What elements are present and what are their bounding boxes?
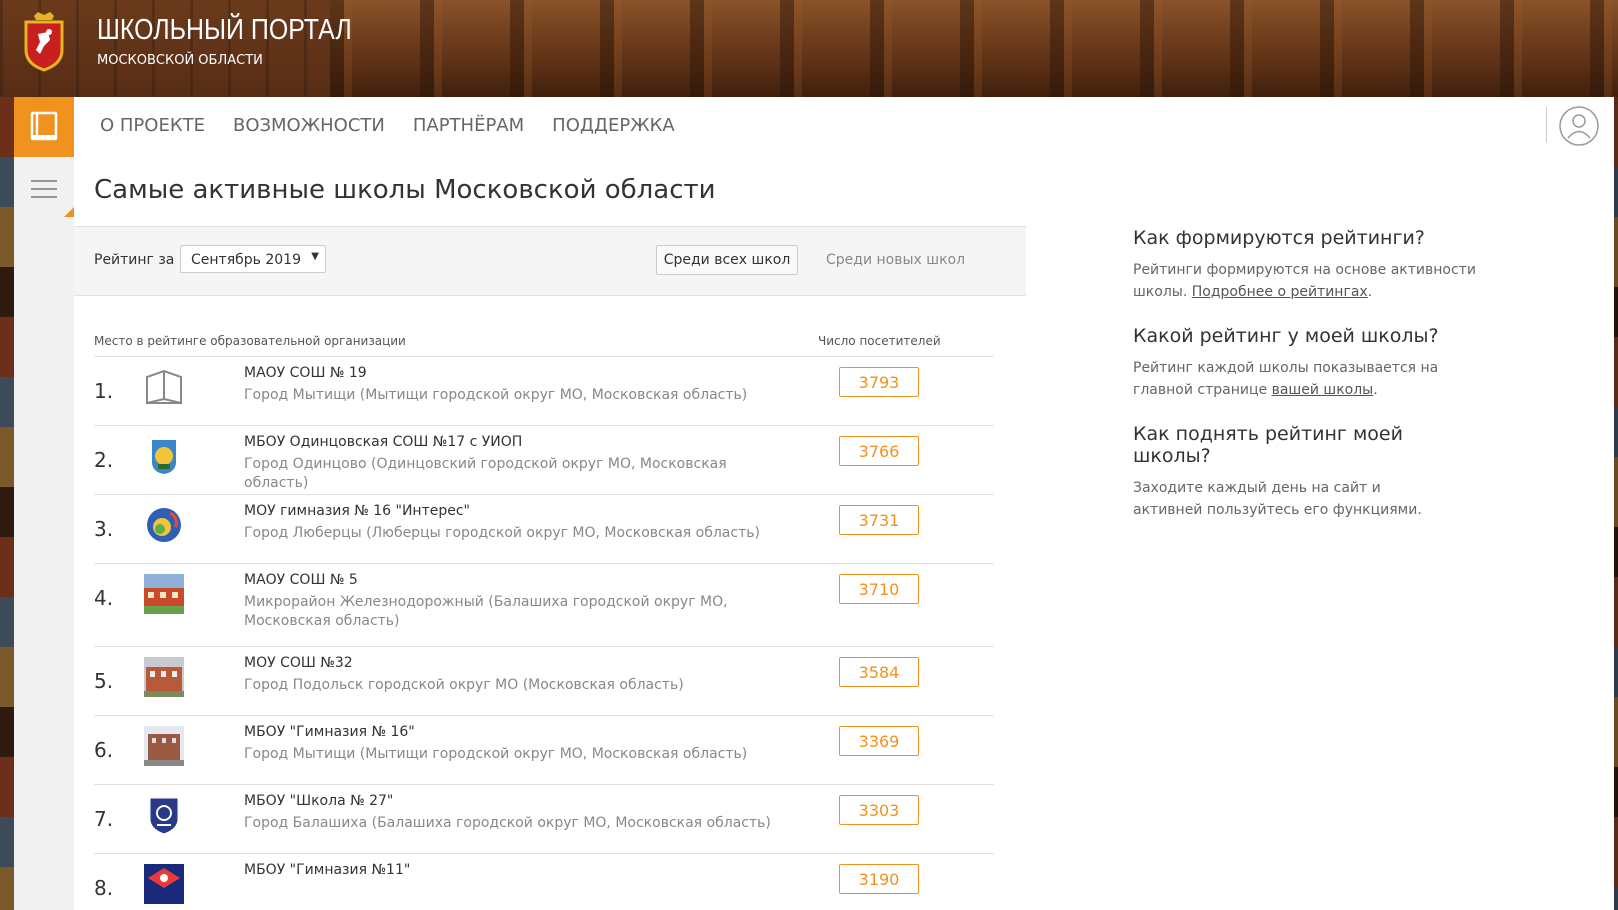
portal-title[interactable]: ШКОЛЬНЫЙ ПОРТАЛ: [97, 14, 352, 47]
book-button[interactable]: [14, 97, 74, 157]
school-name[interactable]: МБОУ "Гимназия №11": [244, 862, 410, 878]
school-building-photo-icon: [144, 726, 184, 766]
school-name[interactable]: МБОУ Одинцовская СОШ №17 с УИОП: [244, 434, 522, 450]
school-address: Город Подольск городской округ МО (Моско…: [244, 677, 684, 693]
visitor-count: 3710: [839, 574, 919, 604]
shield-icon: [149, 797, 179, 835]
info-text-how-formed: Рейтинги формируются на основе активност…: [1133, 262, 1476, 300]
table-row[interactable]: 3. МОУ гимназия № 16 "Интерес" Город Люб…: [94, 495, 994, 564]
school-name[interactable]: МБОУ "Школа № 27": [244, 793, 393, 809]
rank-number: 6.: [94, 738, 114, 762]
portal-subtitle: МОСКОВСКОЙ ОБЛАСТИ: [97, 53, 263, 68]
site-header: ШКОЛЬНЫЙ ПОРТАЛ МОСКОВСКОЙ ОБЛАСТИ: [0, 0, 1618, 97]
table-row[interactable]: 7. МБОУ "Школа № 27" Город Балашиха (Бал…: [94, 785, 994, 854]
table-row[interactable]: 6. МБОУ "Гимназия № 16" Город Мытищи (Мы…: [94, 716, 994, 785]
hamburger-icon: [31, 180, 57, 198]
sidebar-corner-accent: [64, 207, 74, 217]
visitor-count: 3190: [839, 864, 919, 894]
moscow-oblast-crest-icon[interactable]: [20, 10, 68, 72]
info-heading-how-formed: Как формируются рейтинги?: [1133, 227, 1425, 249]
all-schools-button[interactable]: Среди всех школ: [656, 245, 798, 275]
table-row[interactable]: 2. МБОУ Одинцовская СОШ №17 с УИОП Город…: [94, 426, 994, 495]
rank-number: 8.: [94, 876, 114, 900]
school-address: Микрорайон Железнодорожный (Балашиха гор…: [244, 594, 728, 629]
page-title: Самые активные школы Московской области: [94, 175, 716, 205]
user-profile-icon[interactable]: [1558, 105, 1600, 147]
gymnasium-emblem-icon: [144, 864, 184, 904]
nav-item-about[interactable]: О ПРОЕКТЕ: [100, 115, 205, 136]
school-name[interactable]: МАОУ СОШ № 19: [244, 365, 367, 381]
rank-number: 1.: [94, 379, 114, 403]
visitor-count: 3731: [839, 505, 919, 535]
main-panel: О ПРОЕКТЕ ВОЗМОЖНОСТИ ПАРТНЁРАМ ПОДДЕРЖК…: [14, 97, 1614, 910]
school-emblem-icon: [152, 440, 176, 474]
dropdown-arrow-icon: ▼: [311, 251, 319, 262]
book-icon: [30, 111, 58, 141]
school-name[interactable]: МОУ СОШ №32: [244, 655, 353, 671]
info-heading-raise-rating: Как поднять рейтинг моей школы?: [1133, 423, 1403, 467]
school-address: Город Одинцово (Одинцовский городской ок…: [244, 456, 727, 491]
table-row[interactable]: 4. МАОУ СОШ № 5 Микрорайон Железнодорожн…: [94, 564, 994, 647]
nav-item-features[interactable]: ВОЗМОЖНОСТИ: [233, 115, 385, 136]
open-book-icon: [146, 369, 182, 405]
school-name[interactable]: МОУ гимназия № 16 "Интерес": [244, 503, 470, 519]
your-school-link[interactable]: вашей школы: [1272, 382, 1374, 398]
school-name[interactable]: МБОУ "Гимназия № 16": [244, 724, 415, 740]
column-place-header: Место в рейтинге образовательной организ…: [94, 334, 406, 348]
nav-item-partners[interactable]: ПАРТНЁРАМ: [413, 115, 524, 136]
visitor-count: 3369: [839, 726, 919, 756]
info-text-my-rating: Рейтинг каждой школы показывается на гла…: [1133, 360, 1439, 398]
table-header: Место в рейтинге образовательной организ…: [94, 334, 994, 357]
month-select-value: Сентябрь 2019: [191, 252, 301, 268]
rank-number: 2.: [94, 448, 114, 472]
table-row[interactable]: 1. МАОУ СОШ № 19 Город Мытищи (Мытищи го…: [94, 357, 994, 426]
top-navigation: О ПРОЕКТЕ ВОЗМОЖНОСТИ ПАРТНЁРАМ ПОДДЕРЖК…: [100, 115, 675, 136]
visitor-count: 3793: [839, 367, 919, 397]
school-address: Город Мытищи (Мытищи городской округ МО,…: [244, 387, 748, 403]
school-building-photo-icon: [144, 657, 184, 697]
info-text-raise-rating: Заходите каждый день на сайт и активней …: [1133, 480, 1422, 518]
nav-item-support[interactable]: ПОДДЕРЖКА: [552, 115, 675, 136]
rating-filter-bar: Рейтинг за Сентябрь 2019 ▼ Среди всех шк…: [74, 226, 1026, 296]
nav-divider: [1546, 107, 1547, 143]
column-visitors-header: Число посетителей: [818, 334, 941, 348]
rating-info-column: Как формируются рейтинги? Рейтинги форми…: [1133, 227, 1483, 543]
rank-number: 7.: [94, 807, 114, 831]
month-select[interactable]: Сентябрь 2019 ▼: [180, 245, 326, 273]
school-building-photo-icon: [144, 574, 184, 614]
table-row[interactable]: 8. МБОУ "Гимназия №11" 3190: [94, 854, 994, 910]
school-address: Город Люберцы (Люберцы городской округ М…: [244, 525, 760, 541]
school-address: Город Балашиха (Балашиха городской округ…: [244, 815, 771, 831]
rank-number: 5.: [94, 669, 114, 693]
info-heading-my-rating: Какой рейтинг у моей школы?: [1133, 325, 1439, 347]
visitor-count: 3584: [839, 657, 919, 687]
rank-number: 4.: [94, 586, 114, 610]
school-address: Город Мытищи (Мытищи городской округ МО,…: [244, 746, 748, 762]
visitor-count: 3766: [839, 436, 919, 466]
background-books-left: [0, 97, 14, 910]
new-schools-button[interactable]: Среди новых школ: [826, 252, 965, 268]
rank-number: 3.: [94, 517, 114, 541]
table-row[interactable]: 5. МОУ СОШ №32 Город Подольск городской …: [94, 647, 994, 716]
visitor-count: 3303: [839, 795, 919, 825]
rating-period-label: Рейтинг за: [94, 252, 175, 268]
school-name[interactable]: МАОУ СОШ № 5: [244, 572, 358, 588]
ratings-details-link[interactable]: Подробнее о рейтингах: [1192, 284, 1368, 300]
left-sidebar: [14, 97, 74, 910]
gymnasium-logo-icon: [147, 508, 181, 542]
